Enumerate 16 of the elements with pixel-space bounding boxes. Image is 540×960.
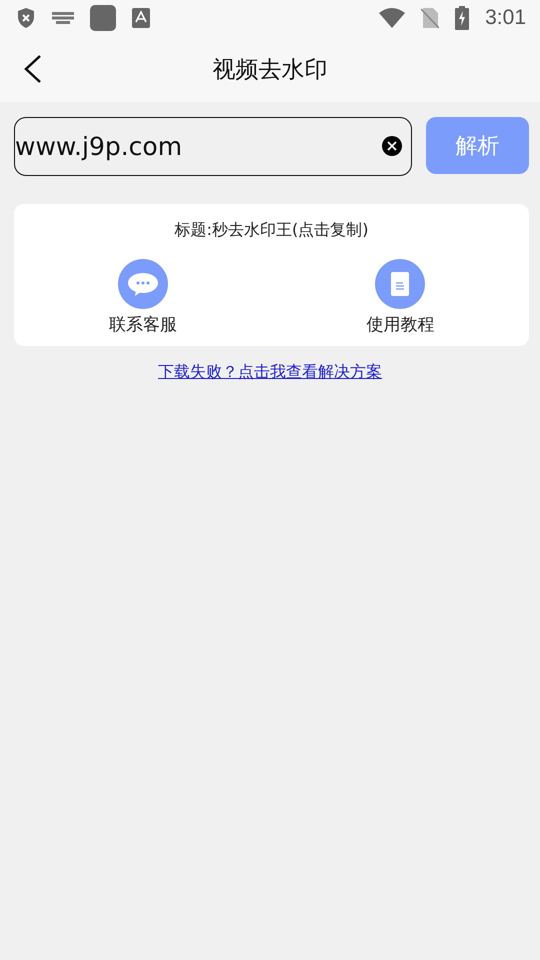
- clock-time: 3:01: [485, 6, 526, 30]
- no-sim-icon: [421, 7, 440, 29]
- url-input-field[interactable]: www.j9p.com: [14, 117, 412, 176]
- video-title-text[interactable]: 标题:秒去水印王(点击复制): [14, 220, 529, 241]
- battery-charging-icon: [455, 6, 470, 30]
- document-icon: [375, 259, 426, 309]
- page-title: 视频去水印: [212, 56, 328, 82]
- chat-bubble-icon: [118, 259, 168, 309]
- shield-icon: [16, 7, 36, 29]
- help-link[interactable]: 下载失败？点击我查看解决方案: [158, 362, 382, 381]
- tutorial-button[interactable]: 使用教程: [272, 259, 529, 336]
- contact-support-button[interactable]: 联系客服: [14, 259, 272, 336]
- clear-icon[interactable]: [382, 136, 402, 156]
- app-icon: [90, 5, 116, 31]
- wifi-icon: [379, 8, 406, 28]
- font-icon: [132, 8, 150, 28]
